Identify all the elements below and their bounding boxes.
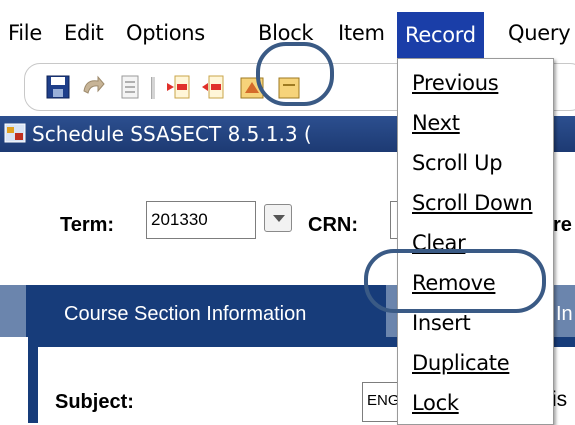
menu-item-previous[interactable]: Previous [412, 71, 499, 95]
menu-query[interactable]: Query [508, 14, 571, 52]
save-icon[interactable] [45, 73, 71, 101]
menu-item-insert[interactable]: Insert [412, 311, 471, 335]
menu-item-insert-label: Insert [412, 311, 471, 335]
highlight-circle-remove [364, 249, 546, 313]
term-field[interactable]: 201330 [146, 201, 256, 239]
form-window-icon [4, 123, 26, 143]
partial-label-right: re [553, 214, 572, 236]
rollback-icon[interactable] [80, 73, 106, 101]
tab-partial-next[interactable]: In [556, 285, 573, 343]
menu-options[interactable]: Options [126, 14, 205, 52]
insert-record-icon[interactable] [165, 73, 191, 101]
menu-edit[interactable]: Edit [64, 14, 104, 52]
highlight-circle-toolbar [256, 42, 334, 106]
tab-course-section-information[interactable]: Course Section Information [26, 285, 386, 337]
menu-item-lock-label: Lock [412, 391, 459, 415]
term-lov-button[interactable] [264, 204, 292, 232]
crn-label: CRN: [308, 214, 358, 236]
subject-field[interactable]: ENG [362, 382, 402, 422]
menu-item-scroll-up-label: Scroll Up [412, 151, 503, 175]
menu-item-scroll-down[interactable]: Scroll Down [412, 191, 533, 215]
menu-item-next[interactable]: Next [412, 111, 460, 135]
menu-file[interactable]: File [8, 14, 42, 52]
window-title: Schedule SSASECT 8.5.1.3 ( [32, 122, 312, 146]
menu-item[interactable]: Item [338, 14, 385, 52]
menu-item-lock[interactable]: Lock [412, 391, 459, 415]
menu-item-scroll-up[interactable]: Scroll Up [412, 151, 503, 175]
menu-record[interactable]: Record [397, 12, 484, 58]
menu-item-scroll-down-label: Scroll Down [412, 191, 533, 215]
menu-item-next-label: Next [412, 111, 460, 135]
subject-label: Subject: [55, 391, 134, 413]
record-menu-dropdown: Previous Next Scroll Up Scroll Down Clea… [397, 58, 554, 425]
print-icon[interactable] [117, 73, 143, 101]
menu-item-duplicate[interactable]: Duplicate [412, 351, 510, 375]
term-label: Term: [60, 214, 115, 236]
remove-record-icon[interactable] [201, 73, 227, 101]
menu-item-previous-label: Previous [412, 71, 499, 95]
menu-item-duplicate-label: Duplicate [412, 351, 510, 375]
subject-partial-right: is [552, 388, 568, 411]
toolbar-separator [151, 77, 155, 99]
